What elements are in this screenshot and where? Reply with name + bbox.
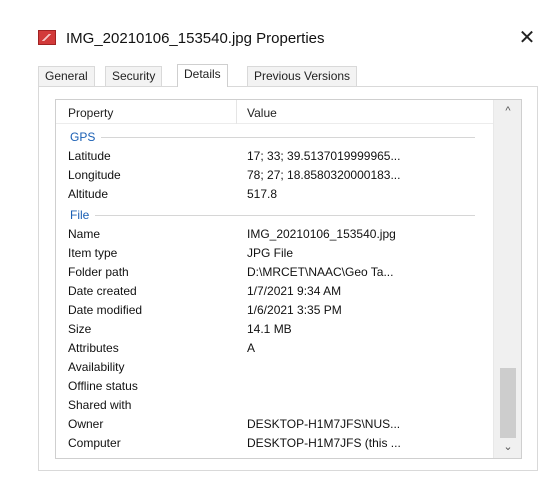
property-name: Shared with — [68, 398, 132, 412]
group-header-gps: GPS — [56, 128, 493, 146]
group-divider — [70, 215, 475, 216]
vertical-scrollbar[interactable]: ^ ⌄ — [493, 100, 521, 458]
property-row-latitude[interactable]: Latitude 17; 33; 39.5137019999965... — [56, 147, 493, 166]
property-value: 17; 33; 39.5137019999965... — [247, 149, 401, 163]
close-button[interactable]: ✕ — [512, 25, 542, 51]
property-value: DESKTOP-H1M7JFS\NUS... — [247, 417, 401, 431]
property-value: 78; 27; 18.8580320000183... — [247, 168, 401, 182]
property-name: Owner — [68, 417, 104, 431]
property-value: IMG_20210106_153540.jpg — [247, 227, 396, 241]
column-divider[interactable] — [236, 100, 237, 124]
column-header-property[interactable]: Property — [68, 106, 113, 120]
property-row-item-type[interactable]: Item type JPG File — [56, 244, 493, 263]
property-row-folder-path[interactable]: Folder path D:\MRCET\NAAC\Geo Ta... — [56, 263, 493, 282]
property-value: 14.1 MB — [247, 322, 292, 336]
scroll-thumb[interactable] — [500, 368, 516, 438]
property-value: 517.8 — [247, 187, 278, 201]
property-row-offline-status[interactable]: Offline status — [56, 377, 493, 396]
property-row-name[interactable]: Name IMG_20210106_153540.jpg — [56, 225, 493, 244]
tab-strip: General Security Details Previous Versio… — [38, 64, 538, 87]
image-file-icon — [38, 30, 56, 45]
title-bar[interactable]: IMG_20210106_153540.jpg Properties ✕ — [0, 0, 556, 50]
property-row-computer[interactable]: Computer DESKTOP-H1M7JFS (this ... — [56, 434, 493, 453]
property-row-shared-with[interactable]: Shared with — [56, 396, 493, 415]
group-header-file: File — [56, 206, 493, 224]
property-name: Latitude — [68, 149, 111, 163]
property-name: Size — [68, 322, 92, 336]
scroll-down-icon[interactable]: ⌄ — [494, 436, 521, 458]
property-name: Altitude — [68, 187, 109, 201]
property-value: D:\MRCET\NAAC\Geo Ta... — [247, 265, 394, 279]
property-value: A — [247, 341, 256, 355]
property-name: Folder path — [68, 265, 129, 279]
property-value: 1/6/2021 3:35 PM — [247, 303, 342, 317]
group-label: GPS — [70, 130, 102, 144]
details-panel: Property Value GPS Latitude 17; 33; 39.5… — [38, 86, 538, 471]
property-value: JPG File — [247, 246, 294, 260]
property-row-altitude[interactable]: Altitude 517.8 — [56, 185, 493, 204]
property-row-date-created[interactable]: Date created 1/7/2021 9:34 AM — [56, 282, 493, 301]
property-row-size[interactable]: Size 14.1 MB — [56, 320, 493, 339]
list-header: Property Value — [56, 100, 493, 124]
property-value: 1/7/2021 9:34 AM — [247, 284, 342, 298]
property-name: Availability — [68, 360, 125, 374]
property-name: Name — [68, 227, 101, 241]
properties-dialog: IMG_20210106_153540.jpg Properties ✕ Gen… — [0, 0, 556, 487]
property-name: Offline status — [68, 379, 138, 393]
property-name: Attributes — [68, 341, 119, 355]
property-value: DESKTOP-H1M7JFS (this ... — [247, 436, 401, 450]
property-row-availability[interactable]: Availability — [56, 358, 493, 377]
property-name: Date modified — [68, 303, 143, 317]
property-row-date-modified[interactable]: Date modified 1/6/2021 3:35 PM — [56, 301, 493, 320]
property-row-longitude[interactable]: Longitude 78; 27; 18.8580320000183... — [56, 166, 493, 185]
property-name: Item type — [68, 246, 118, 260]
property-name: Date created — [68, 284, 137, 298]
group-label: File — [70, 208, 96, 222]
property-list[interactable]: Property Value GPS Latitude 17; 33; 39.5… — [55, 99, 522, 459]
tab-details[interactable]: Details — [177, 64, 228, 87]
property-row-owner[interactable]: Owner DESKTOP-H1M7JFS\NUS... — [56, 415, 493, 434]
tab-security[interactable]: Security — [105, 66, 163, 86]
property-name: Computer — [68, 436, 121, 450]
group-divider — [70, 137, 475, 138]
tab-general[interactable]: General — [38, 66, 95, 86]
column-header-value[interactable]: Value — [247, 106, 277, 120]
window-title: IMG_20210106_153540.jpg Properties — [66, 30, 325, 47]
property-row-attributes[interactable]: Attributes A — [56, 339, 493, 358]
scroll-up-icon[interactable]: ^ — [494, 100, 521, 122]
tab-previous-versions[interactable]: Previous Versions — [247, 66, 358, 86]
property-name: Longitude — [68, 168, 121, 182]
